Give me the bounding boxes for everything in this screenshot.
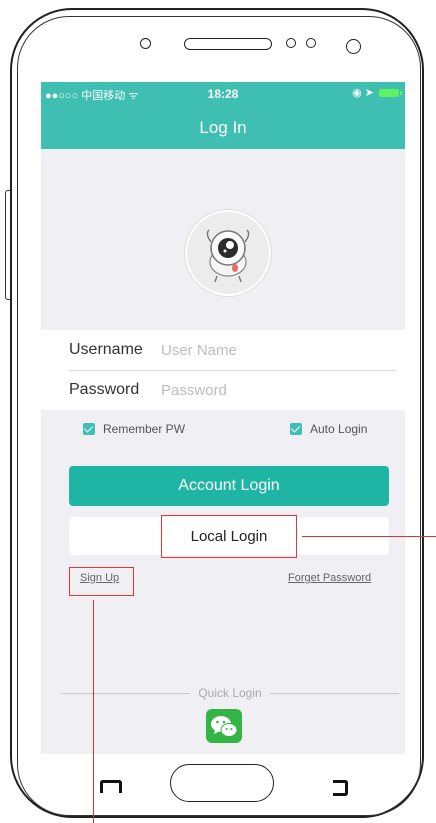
remember-pw-label: Remember PW [103, 422, 186, 436]
sensor-dot [286, 38, 296, 48]
status-time: 18:28 [207, 87, 239, 101]
password-label: Password [69, 381, 140, 398]
annotation-pointer-line [302, 536, 436, 537]
earpiece-speaker [184, 38, 272, 50]
auto-login-checkbox[interactable]: Auto Login [290, 422, 367, 436]
annotation-pointer-line [93, 600, 94, 823]
eye-mascot-icon [206, 229, 250, 283]
account-login-button[interactable]: Account Login [69, 466, 389, 506]
front-camera [346, 39, 361, 54]
quick-login-divider: Quick Login [61, 685, 399, 701]
username-input[interactable] [161, 341, 397, 359]
forget-password-link[interactable]: Forget Password [288, 572, 371, 584]
divider-line [269, 692, 399, 694]
auto-login-label: Auto Login [310, 422, 368, 436]
wechat-login-button[interactable] [206, 709, 242, 743]
avatar [185, 210, 271, 296]
home-button[interactable] [170, 764, 274, 802]
location-icon: ◉ ➤ [352, 87, 374, 99]
back-key-icon[interactable] [100, 780, 122, 793]
sensor-dot [306, 38, 316, 48]
username-row: Username [69, 330, 397, 371]
quick-login-label: Quick Login [198, 686, 262, 700]
status-icons: ◉ ➤ [352, 86, 402, 99]
login-options: Remember PW Auto Login [41, 422, 405, 442]
front-sensor [140, 38, 151, 49]
username-label: Username [69, 341, 143, 358]
password-row: Password [69, 370, 397, 410]
side-volume-button [5, 190, 11, 300]
recent-apps-key-icon[interactable] [333, 780, 348, 796]
password-input[interactable] [161, 381, 397, 399]
checkbox-checked-icon [83, 423, 95, 435]
checkbox-checked-icon [290, 423, 302, 435]
phone-top-hardware [0, 34, 436, 58]
wechat-icon [211, 716, 238, 737]
divider-line [61, 692, 191, 694]
app-screen: ●●○○○ 中国移动 ᯤ 18:28 ◉ ➤ Log In Username P… [41, 82, 405, 754]
remember-pw-checkbox[interactable]: Remember PW [83, 422, 185, 436]
app-header: ●●○○○ 中国移动 ᯤ 18:28 ◉ ➤ Log In [41, 82, 405, 149]
page-title: Log In [199, 118, 247, 137]
annotation-box-sign-up [69, 567, 134, 596]
battery-icon [379, 88, 402, 97]
login-form: Username Password [41, 330, 405, 410]
annotation-box-local-login [161, 515, 297, 558]
